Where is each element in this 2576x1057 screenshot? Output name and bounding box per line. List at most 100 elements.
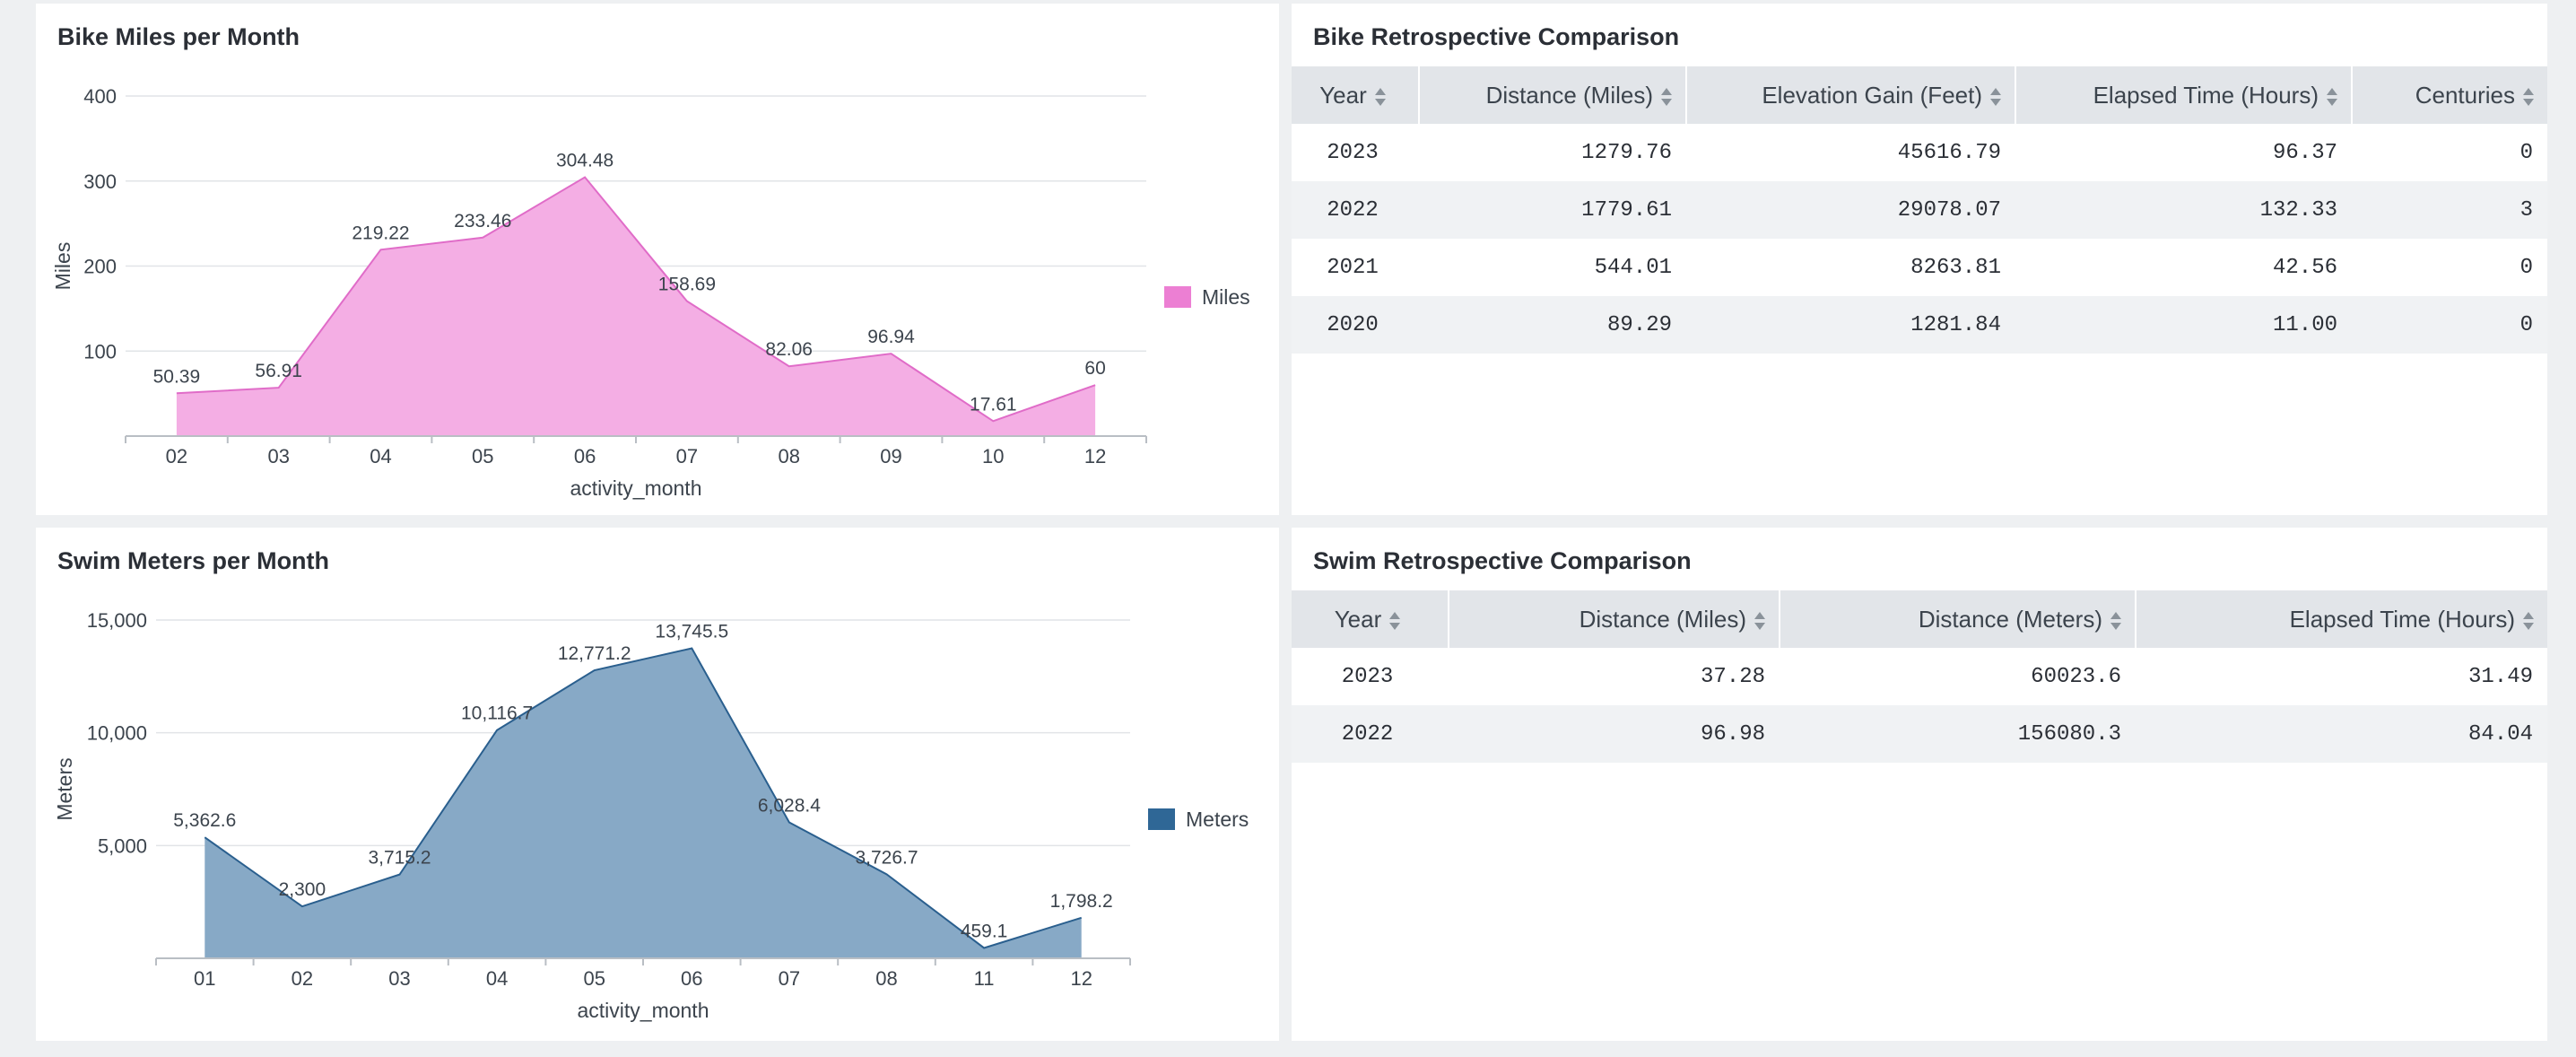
x-tick-label: 08 [875,967,897,990]
bike-table-cell-elapsed-time-hours: 42.56 [2272,255,2337,280]
legend-label[interactable]: Meters [1186,808,1249,831]
swim-table-header-distance-miles[interactable]: Distance (Miles) [1449,590,1780,648]
swim-table-cell-distance-meters: 60023.6 [2031,664,2121,689]
swim-table-row: 2023 37.28 60023.6 31.49 [1292,648,2547,705]
data-label: 13,745.5 [655,622,728,642]
bike-retrospective-table: Year Distance (Miles) Elevation Gain (Feet… [1292,66,2547,354]
swim-retrospective-panel: Swim Retrospective Comparison Year Distan… [1292,528,2547,1041]
y-tick-label: 400 [83,85,117,108]
sort-icon[interactable] [2326,86,2338,108]
y-tick-label: 5,000 [98,834,147,857]
swim-meters-chart-panel: Swim Meters per Month 5,000 10,000 15,000 0… [36,528,1279,1041]
y-tick-label: 300 [83,170,117,193]
x-tick-label: 03 [267,445,289,467]
swim-table-cell-year: 2023 [1341,664,1394,689]
y-tick-label: 10,000 [87,722,147,745]
bike-retrospective-panel: Bike Retrospective Comparison Year Distan… [1292,4,2547,515]
data-label: 96.94 [867,327,915,347]
sort-icon[interactable] [2522,610,2535,632]
bike-table-row: 2021 544.01 8263.81 42.56 0 [1292,239,2547,296]
bike-table-header-label: Year [1319,81,1367,109]
x-tick-label: 11 [974,967,995,990]
x-tick-label: 12 [1084,445,1106,467]
x-tick-label: 05 [472,445,493,467]
bike-table-cell-centuries: 0 [2519,140,2533,165]
bike-table-cell-year: 2021 [1327,255,1379,280]
bike-table-cell-elapsed-time-hours: 11.00 [2015,296,2352,354]
sort-icon[interactable] [2110,610,2122,632]
data-label: 17.61 [970,394,1017,415]
data-label: 82.06 [765,339,813,360]
bike-table-cell-year: 2023 [1327,140,1379,165]
swim-table-cell-elapsed-time-hours: 84.04 [2136,705,2547,763]
x-tick-label: 07 [779,967,800,990]
series-area [205,648,1082,958]
bike-table-header-distance-miles[interactable]: Distance (Miles) [1419,66,1687,124]
legend-swatch [1164,286,1191,308]
x-tick-label: 07 [676,445,698,467]
bike-table-header-label: Elevation Gain (Feet) [1762,81,1982,109]
swim-table-header-label: Elapsed Time (Hours) [2289,605,2515,633]
bike-table-header-label: Centuries [2415,81,2515,109]
swim-table-title: Swim Retrospective Comparison [1313,547,1692,574]
swim-table-cell-distance-meters: 156080.3 [1780,705,2136,763]
sort-icon[interactable] [1374,86,1387,108]
bike-table-cell-year: 2020 [1292,296,1419,354]
legend-label[interactable]: Miles [1202,285,1250,309]
data-label: 459.1 [961,921,1008,941]
y-axis-title: Meters [53,757,76,820]
x-tick-label: 08 [778,445,799,467]
y-axis-title: Miles [51,242,74,291]
x-tick-label: 01 [194,967,215,990]
bike-table-cell-centuries: 3 [2352,181,2547,239]
bike-table-header-year[interactable]: Year [1292,66,1420,124]
data-label: 50.39 [153,366,201,387]
x-tick-label: 02 [166,445,187,467]
y-tick-label: 200 [83,256,117,278]
data-label: 60 [1084,358,1105,379]
data-label: 2,300 [279,879,326,900]
x-tick-label: 04 [486,967,508,990]
bike-table-cell-elapsed-time-hours: 96.37 [2272,140,2337,165]
y-tick-label: 100 [83,340,117,363]
bike-table-cell-elevation-gain-feet: 29078.07 [1686,181,2015,239]
bike-table-header-label: Distance (Miles) [1485,81,1653,109]
bike-miles-area-chart: 100 200 300 400 02 03 04 05 06 07 08 09 10 12 50.39 56.… [51,85,1250,500]
sort-icon[interactable] [1660,86,1673,108]
data-label: 10,116.7 [461,703,533,724]
x-axis-title: activity_month [577,999,709,1022]
swim-table-header-elapsed-time-hours[interactable]: Elapsed Time (Hours) [2136,590,2547,648]
bike-table-header-elapsed-time-hours[interactable]: Elapsed Time (Hours) [2015,66,2353,124]
x-tick-label: 10 [982,445,1004,467]
sort-icon[interactable] [1989,86,2002,108]
legend-swatch [1148,808,1175,830]
sort-icon[interactable] [1388,610,1401,632]
bike-table-cell-distance-miles: 544.01 [1594,255,1672,280]
bike-table-cell-distance-miles: 1779.61 [1419,181,1686,239]
swim-table-header-label: Distance (Miles) [1579,605,1746,633]
x-axis-title: activity_month [570,476,701,500]
data-label: 304.48 [556,151,614,171]
swim-table-cell-year: 2022 [1292,705,1449,763]
swim-table-cell-elapsed-time-hours: 31.49 [2467,664,2533,689]
bike-table-cell-elevation-gain-feet: 1281.84 [1686,296,2015,354]
bike-table-title: Bike Retrospective Comparison [1313,23,1680,50]
bike-table-header-elevation-gain-feet[interactable]: Elevation Gain (Feet) [1686,66,2016,124]
bike-miles-chart-panel: Bike Miles per Month 100 200 300 400 02 03 04 0… [36,4,1279,515]
y-tick-label: 15,000 [87,609,147,632]
data-label: 219.22 [352,223,409,243]
x-tick-label: 06 [574,445,596,467]
swim-table-header-label: Year [1334,605,1382,633]
swim-table-row: 2022 96.98 156080.3 84.04 [1292,705,2547,763]
bike-table-cell-distance-miles: 1279.76 [1581,140,1672,165]
swim-table-header-distance-meters[interactable]: Distance (Meters) [1780,590,2137,648]
x-tick-label: 05 [583,967,605,990]
sort-icon[interactable] [1754,610,1766,632]
sort-icon[interactable] [2522,86,2535,108]
bike-table-header-centuries[interactable]: Centuries [2352,66,2547,124]
bike-table-row: 2023 1279.76 45616.79 96.37 0 [1292,124,2547,181]
bike-table-cell-elevation-gain-feet: 45616.79 [1897,140,2001,165]
swim-table-header-year[interactable]: Year [1292,590,1449,648]
bike-table-cell-centuries: 0 [2352,296,2547,354]
swim-table-cell-distance-miles: 37.28 [1700,664,1765,689]
